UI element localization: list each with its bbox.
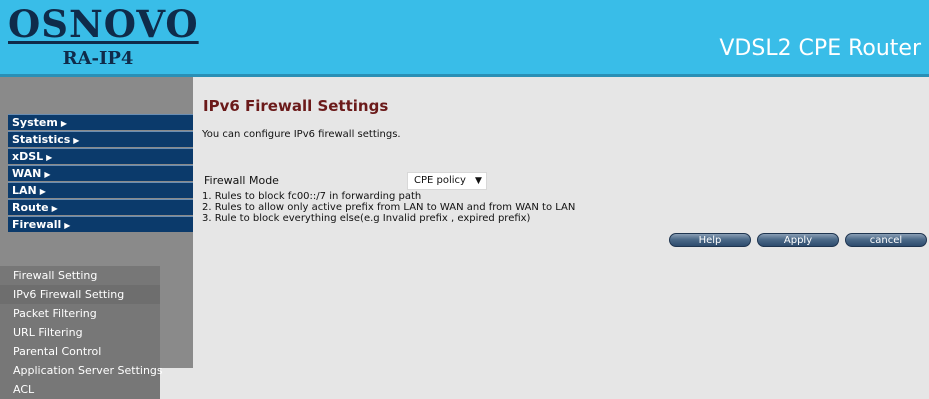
header: OSNOVO RA-IP4 VDSL2 CPE Router [0,0,929,77]
submenu-item-acl[interactable]: ACL [0,380,160,399]
menu-item-label: Route [12,201,49,214]
menu-item-label: Firewall [12,218,62,231]
firewall-mode-value: CPE policy [414,175,466,186]
menu-item-system[interactable]: System ▶ [8,114,193,130]
triangle-right-icon: ▶ [51,204,58,213]
help-button[interactable]: Help [669,233,751,247]
menu-item-label: System [12,116,58,129]
firewall-mode-select[interactable]: CPE policy ▼ [407,172,487,190]
submenu-item-parental-control[interactable]: Parental Control [0,342,160,361]
menu-item-label: LAN [12,184,37,197]
chevron-down-icon: ▼ [474,176,482,186]
apply-button[interactable]: Apply [757,233,839,247]
main-content: IPv6 Firewall Settings You can configure… [193,77,929,368]
menu-item-label: xDSL [12,150,44,163]
firewall-submenu: Firewall Setting IPv6 Firewall Setting P… [0,266,163,399]
menu-item-firewall[interactable]: Firewall ▶ [8,216,193,232]
brand-logo: OSNOVO [8,2,199,46]
menu-item-label: WAN [12,167,42,180]
submenu-item-application-server-settings[interactable]: Application Server Settings [0,361,163,380]
main-menu: System ▶ Statistics ▶ xDSL ▶ WAN ▶ LAN ▶ Rout… [8,114,193,233]
menu-item-label: Statistics [12,133,71,146]
page-title: IPv6 Firewall Settings [203,97,389,115]
cancel-button[interactable]: cancel [845,233,927,247]
product-name: VDSL2 CPE Router [719,36,921,61]
menu-item-route[interactable]: Route ▶ [8,199,193,215]
triangle-right-icon: ▶ [44,170,51,179]
triangle-right-icon: ▶ [39,187,46,196]
submenu-item-firewall-setting[interactable]: Firewall Setting [0,266,160,285]
triangle-right-icon: ▶ [46,153,53,162]
rules-list: 1. Rules to block fc00::/7 in forwarding… [202,191,575,224]
model-name: RA-IP4 [62,48,134,69]
menu-item-lan[interactable]: LAN ▶ [8,182,193,198]
menu-item-statistics[interactable]: Statistics ▶ [8,131,193,147]
triangle-right-icon: ▶ [73,136,80,145]
logo: OSNOVO RA-IP4 [8,2,199,72]
sidebar: System ▶ Statistics ▶ xDSL ▶ WAN ▶ LAN ▶ Rout… [0,77,193,399]
rule-item: 1. Rules to block fc00::/7 in forwarding… [202,191,422,202]
rule-item: 3. Rule to block everything else(e.g Inv… [202,213,531,224]
triangle-right-icon: ▶ [60,119,67,128]
submenu-item-url-filtering[interactable]: URL Filtering [0,323,160,342]
page-description: You can configure IPv6 firewall settings… [202,129,401,140]
menu-item-wan[interactable]: WAN ▶ [8,165,193,181]
rule-item: 2. Rules to allow only active prefix fro… [202,202,576,213]
menu-item-xdsl[interactable]: xDSL ▶ [8,148,193,164]
submenu-item-ipv6-firewall-setting[interactable]: IPv6 Firewall Setting [0,285,160,304]
submenu-item-packet-filtering[interactable]: Packet Filtering [0,304,160,323]
triangle-right-icon: ▶ [64,221,71,230]
firewall-mode-label: Firewall Mode [204,174,279,187]
